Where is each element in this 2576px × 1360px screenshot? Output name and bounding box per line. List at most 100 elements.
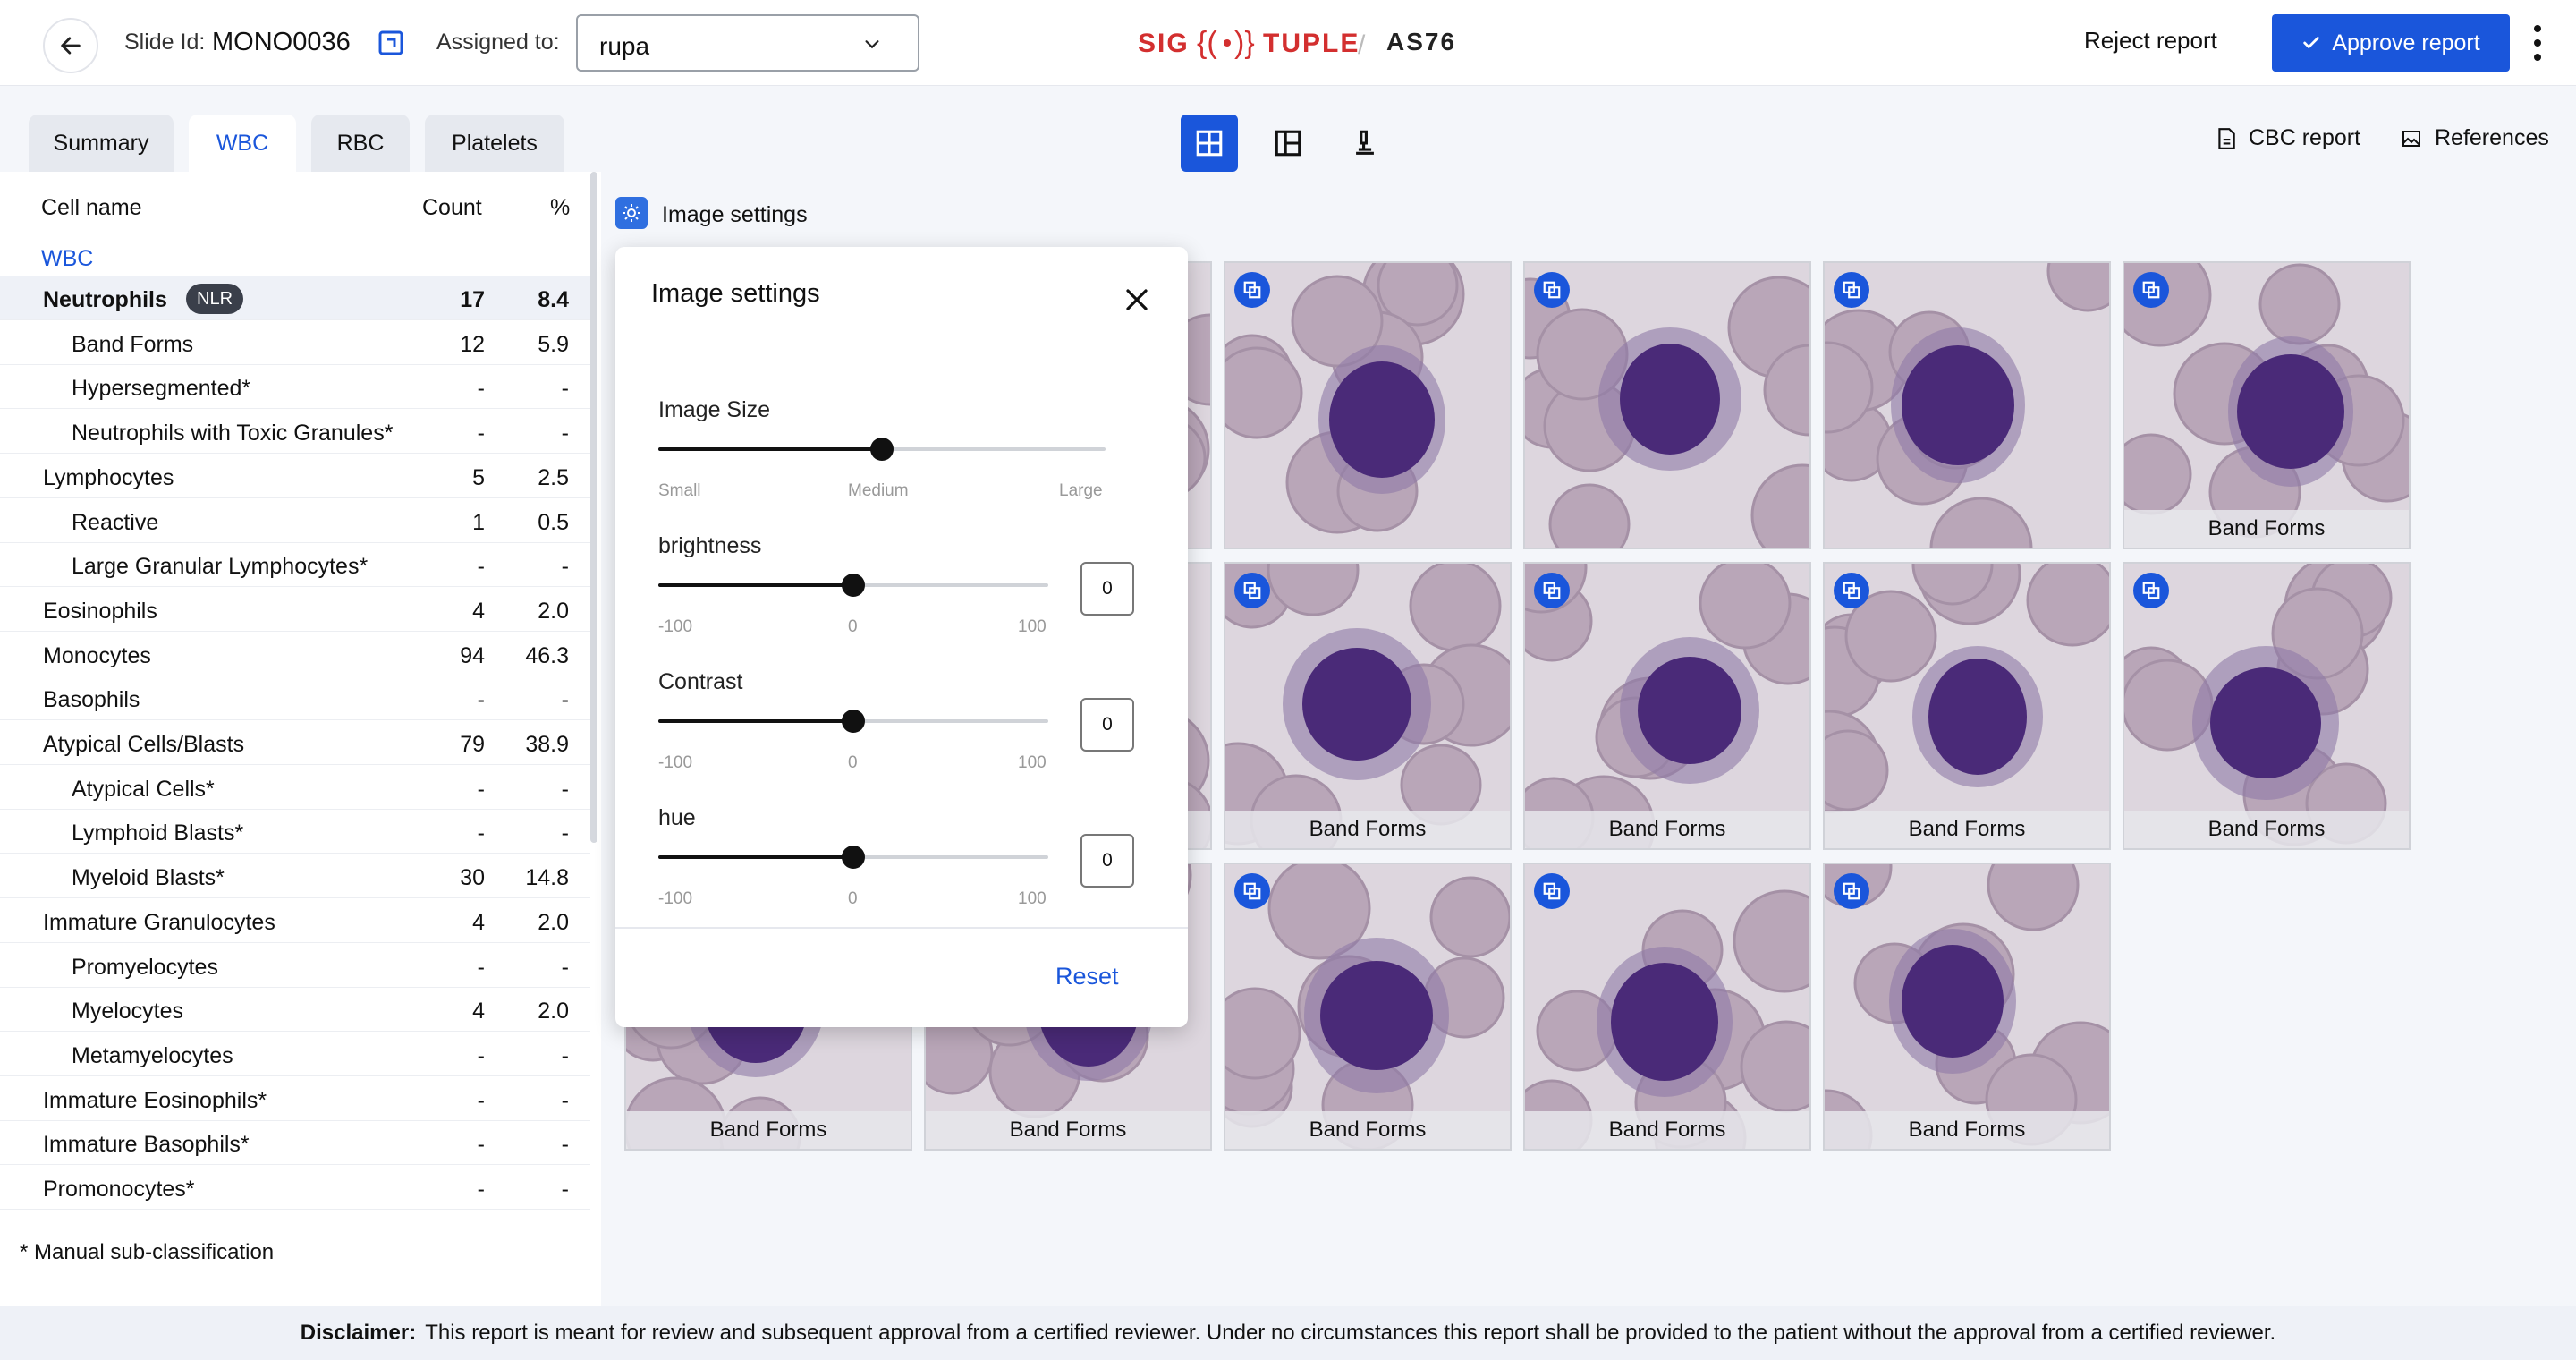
table-row[interactable]: Neutrophils NLR 17 8.4 xyxy=(0,276,590,320)
cell-image-tile[interactable] xyxy=(1224,261,1512,549)
compare-badge[interactable] xyxy=(1234,873,1270,909)
slider-knob[interactable] xyxy=(842,574,865,597)
cell-percent: - xyxy=(561,1042,569,1068)
slider-knob[interactable] xyxy=(842,846,865,869)
tab-rbc[interactable]: RBC xyxy=(311,115,410,172)
compare-icon xyxy=(2142,281,2160,299)
nlr-badge[interactable]: NLR xyxy=(186,284,244,314)
tab-platelets[interactable]: Platelets xyxy=(425,115,564,172)
slider-knob[interactable] xyxy=(842,710,865,733)
cell-image-tile[interactable]: Band Forms xyxy=(1523,863,1811,1151)
table-row[interactable]: Promyelocytes - - xyxy=(0,943,590,988)
reset-button[interactable]: Reset xyxy=(1055,963,1119,990)
image-size-slider[interactable] xyxy=(658,438,1106,461)
compare-badge[interactable] xyxy=(1234,272,1270,308)
back-button[interactable] xyxy=(43,18,98,73)
compare-icon xyxy=(1543,582,1561,599)
cell-count: - xyxy=(477,820,485,846)
cell-image-tile[interactable] xyxy=(1523,261,1811,549)
table-row[interactable]: Metamyelocytes - - xyxy=(0,1032,590,1076)
table-row[interactable]: Promonocytes* - - xyxy=(0,1165,590,1210)
brightness-input[interactable]: 0 xyxy=(1080,562,1134,616)
table-row[interactable]: Reactive 1 0.5 xyxy=(0,498,590,543)
cell-image-tile[interactable]: Band Forms xyxy=(1523,562,1811,850)
brightness-slider[interactable] xyxy=(658,574,1048,597)
contrast-label: Contrast xyxy=(658,669,743,694)
compare-badge[interactable] xyxy=(1834,873,1869,909)
hue-input[interactable]: 0 xyxy=(1080,834,1134,888)
tab-wbc[interactable]: WBC xyxy=(189,115,296,172)
table-row[interactable]: Myelocytes 4 2.0 xyxy=(0,987,590,1033)
close-icon[interactable] xyxy=(1123,286,1150,313)
cell-name: Atypical Cells/Blasts xyxy=(43,732,245,757)
compare-badge[interactable] xyxy=(1834,272,1869,308)
approve-report-button[interactable]: Approve report xyxy=(2272,14,2510,72)
disclaimer-label: Disclaimer: xyxy=(300,1321,417,1345)
table-row[interactable]: Band Forms 12 5.9 xyxy=(0,320,590,365)
compare-badge[interactable] xyxy=(1534,573,1570,608)
table-row[interactable]: Lymphocytes 5 2.5 xyxy=(0,454,590,498)
tab-summary[interactable]: Summary xyxy=(29,115,174,172)
table-row[interactable]: Myeloid Blasts* 30 14.8 xyxy=(0,854,590,899)
cbc-report-link[interactable]: CBC report xyxy=(2216,125,2360,151)
cell-image-tile[interactable]: Band Forms xyxy=(1823,562,2111,850)
cell-image-tile[interactable]: Band Forms xyxy=(1823,863,2111,1151)
microscope-view-button[interactable] xyxy=(1336,115,1394,172)
cell-count: - xyxy=(477,1132,485,1158)
microscope-icon xyxy=(1356,130,1374,155)
cell-count: 94 xyxy=(460,642,485,668)
cell-image-tile[interactable]: Band Forms xyxy=(1224,863,1512,1151)
table-row[interactable]: Atypical Cells* - - xyxy=(0,765,590,810)
table-row[interactable]: Neutrophils with Toxic Granules* - - xyxy=(0,409,590,455)
table-row[interactable]: Immature Basophils* - - xyxy=(0,1120,590,1166)
blood-cell-image xyxy=(2124,564,2409,848)
reject-report-button[interactable]: Reject report xyxy=(2084,27,2217,55)
blood-cell-image xyxy=(1225,263,1510,548)
table-row[interactable]: Basophils - - xyxy=(0,676,590,721)
table-row[interactable]: Atypical Cells/Blasts 79 38.9 xyxy=(0,720,590,765)
table-row[interactable]: Monocytes 94 46.3 xyxy=(0,632,590,676)
references-link[interactable]: References xyxy=(2401,125,2549,151)
slider-knob[interactable] xyxy=(870,438,894,461)
compare-badge[interactable] xyxy=(1534,873,1570,909)
cell-image-tile[interactable]: Band Forms xyxy=(1224,562,1512,850)
blood-cell-image xyxy=(1825,263,2109,548)
compare-badge[interactable] xyxy=(1534,272,1570,308)
wbc-group-label[interactable]: WBC xyxy=(41,246,93,272)
cell-image-tile[interactable]: Band Forms xyxy=(2123,261,2411,549)
svg-text:)}: )} xyxy=(1234,26,1255,60)
table-row[interactable]: Immature Granulocytes 4 2.0 xyxy=(0,898,590,943)
image-settings-button[interactable] xyxy=(615,197,648,229)
grid-view-button[interactable] xyxy=(1181,115,1238,172)
assignee-select[interactable]: rupa xyxy=(576,14,919,72)
table-row[interactable]: Lymphoid Blasts* - - xyxy=(0,809,590,854)
open-slide-icon[interactable] xyxy=(377,29,405,57)
svg-text:SIG: SIG xyxy=(1138,29,1190,58)
blood-cell-image xyxy=(1525,864,1809,1149)
compare-badge[interactable] xyxy=(1834,573,1869,608)
cell-image-tile[interactable]: Band Forms xyxy=(2123,562,2411,850)
tile-caption: Band Forms xyxy=(626,1111,911,1149)
panel-scrollbar[interactable] xyxy=(590,172,597,843)
compare-icon xyxy=(1543,882,1561,900)
compare-badge[interactable] xyxy=(2133,573,2169,608)
compare-badge[interactable] xyxy=(2133,272,2169,308)
table-row[interactable]: Immature Eosinophils* - - xyxy=(0,1076,590,1121)
split-view-button[interactable] xyxy=(1259,115,1317,172)
compare-badge[interactable] xyxy=(1234,573,1270,608)
table-row[interactable]: Hypersegmented* - - xyxy=(0,364,590,410)
hue-label: hue xyxy=(658,805,696,830)
table-row[interactable]: Eosinophils 4 2.0 xyxy=(0,587,590,632)
cell-image-tile[interactable] xyxy=(1823,261,2111,549)
size-tick-large: Large xyxy=(1059,481,1103,500)
blood-cell-image xyxy=(2124,263,2409,548)
cell-percent: 2.0 xyxy=(538,909,569,935)
table-row[interactable]: Large Granular Lymphocytes* - - xyxy=(0,542,590,588)
contrast-slider[interactable] xyxy=(658,710,1048,733)
hue-slider[interactable] xyxy=(658,846,1048,869)
slide-id-value: MONO0036 xyxy=(212,28,351,56)
cell-percent: 14.8 xyxy=(525,865,569,891)
contrast-input[interactable]: 0 xyxy=(1080,698,1134,752)
cell-percent: - xyxy=(561,421,569,446)
more-options-icon[interactable] xyxy=(2531,23,2544,63)
